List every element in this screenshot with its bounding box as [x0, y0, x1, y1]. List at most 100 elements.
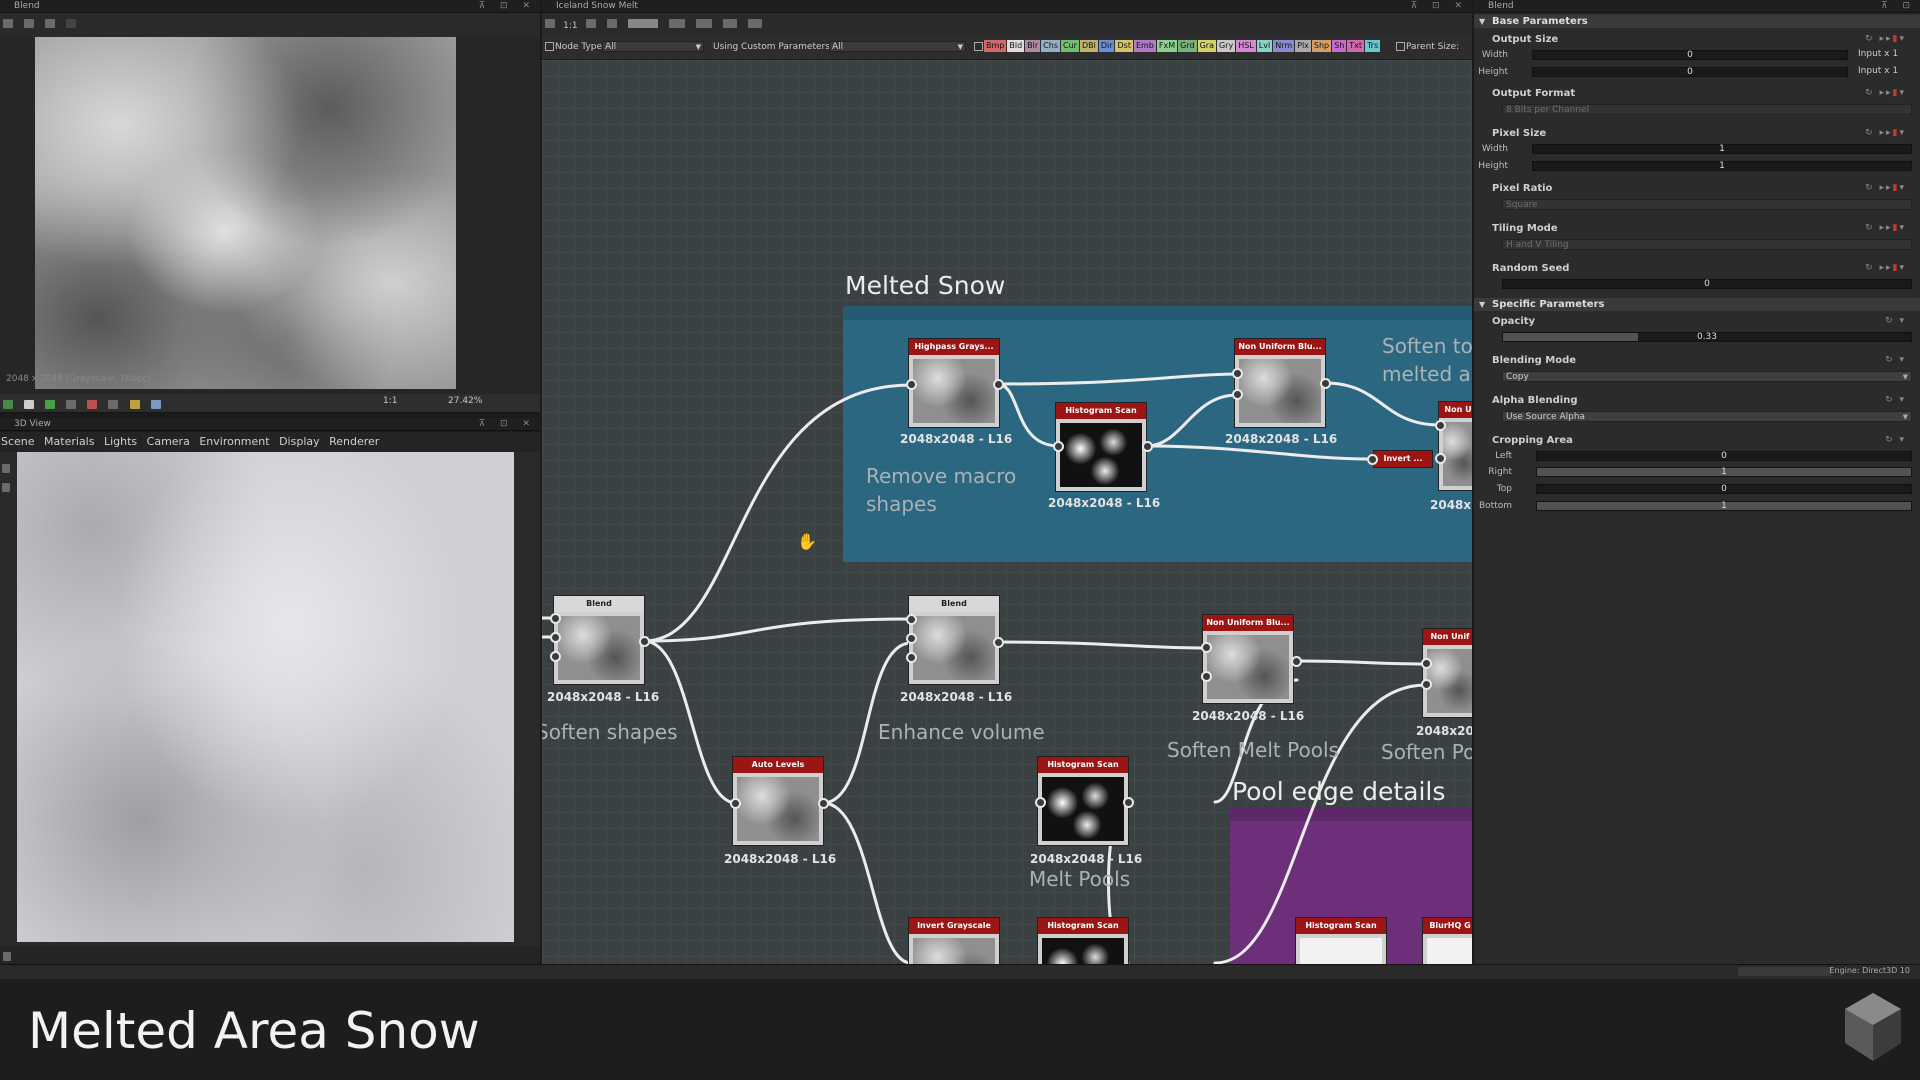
panel-3d-controls[interactable]: ⊼ ⊡ ✕ [479, 418, 536, 431]
random-seed-slider[interactable]: 0 [1502, 279, 1912, 289]
crop-right-slider[interactable]: 1 [1536, 467, 1912, 477]
props-controls[interactable]: ⊼ ⊡ [1881, 0, 1916, 13]
filter-chip[interactable]: Cur [1060, 40, 1079, 52]
graph-link-icon[interactable] [668, 19, 685, 28]
node-input-port[interactable] [1421, 658, 1432, 669]
output-height-slider[interactable]: 0 [1532, 67, 1848, 77]
texture-preview[interactable] [35, 37, 456, 389]
filter-chip[interactable]: FxM [1156, 40, 1178, 52]
node-blurhq[interactable]: BlurHQ G [1422, 917, 1472, 964]
node-input-port[interactable] [906, 614, 917, 625]
menu-lights[interactable]: Lights [104, 435, 137, 448]
color-mode-icon[interactable] [3, 400, 13, 409]
node-input-port[interactable] [550, 651, 561, 662]
param-icons[interactable]: ↻ ▸▸▮▾ [1865, 263, 1906, 273]
node-input-port[interactable] [1053, 441, 1064, 452]
node-non-uniform-blur-1[interactable]: Non Uniform Blu... [1234, 338, 1326, 428]
graph-connector-icon[interactable] [696, 19, 713, 28]
node-input-port[interactable] [1201, 642, 1212, 653]
graph-sphere-icon[interactable] [723, 19, 738, 28]
green-channel-icon[interactable] [45, 400, 56, 409]
ratio-label[interactable]: 1:1 [383, 396, 397, 406]
panel-2d-controls[interactable]: ⊼ ⊡ ✕ [479, 0, 536, 13]
graph-canvas[interactable]: Melted Snow Pool edge details Remove mac… [542, 60, 1472, 964]
filter-chip[interactable]: Trs [1365, 40, 1381, 52]
tile-icon[interactable] [87, 400, 98, 409]
filter-chip[interactable]: Nrm [1273, 40, 1295, 52]
export-icon[interactable] [45, 19, 56, 28]
menu-environment[interactable]: Environment [199, 435, 269, 448]
node-type-checkbox[interactable] [545, 42, 554, 51]
alpha-icon[interactable] [150, 400, 161, 409]
menu-renderer[interactable]: Renderer [329, 435, 379, 448]
graph-ratio[interactable]: 1:1 [563, 21, 577, 31]
node-blend-1[interactable]: Blend [553, 595, 645, 685]
param-icons[interactable]: ↻ ▸▸▮▾ [1865, 128, 1906, 138]
base-params-header[interactable]: ▼ Base Parameters [1474, 15, 1920, 28]
filter-chip[interactable]: Emb [1133, 40, 1156, 52]
filter-chip[interactable]: Bmp [984, 40, 1007, 52]
crop-bottom-slider[interactable]: 1 [1536, 501, 1912, 511]
3d-snow-render[interactable] [17, 452, 514, 942]
node-input-port[interactable] [1367, 454, 1378, 465]
param-icons[interactable]: ↻ ▾ [1885, 395, 1906, 405]
node-output-port[interactable] [1320, 378, 1331, 389]
node-input-port[interactable] [906, 633, 917, 644]
filter-chip[interactable]: Shp [1311, 40, 1332, 52]
filter-chip[interactable]: Grd [1178, 40, 1197, 52]
node-type-select[interactable]: All ▼ [602, 41, 704, 52]
node-highpass[interactable]: Highpass Grays... [908, 338, 1000, 428]
copy-icon[interactable] [24, 19, 35, 28]
pixel-width-slider[interactable]: 1 [1532, 144, 1912, 154]
custom-params-select[interactable]: All ▼ [829, 41, 966, 52]
filter-chip[interactable]: HSL [1236, 40, 1256, 52]
node-output-port[interactable] [1142, 441, 1153, 452]
node-input-port[interactable] [906, 379, 917, 390]
node-invert-grayscale[interactable]: Invert Grayscale [908, 917, 1000, 964]
filter-chip[interactable]: Chs [1041, 40, 1060, 52]
graph-controls[interactable]: ⊼ ⊡ ✕ [1411, 0, 1468, 13]
node-output-port[interactable] [818, 798, 829, 809]
param-icons[interactable]: ↻ ▸▸▮▾ [1865, 223, 1906, 233]
node-output-port[interactable] [639, 636, 650, 647]
node-input-port[interactable] [730, 798, 741, 809]
node-input-port[interactable] [1435, 453, 1446, 464]
pixel-height-slider[interactable]: 1 [1532, 161, 1912, 171]
node-blend-2[interactable]: Blend [908, 595, 1000, 685]
menu-scene[interactable]: Scene [1, 435, 35, 448]
node-input-port[interactable] [550, 613, 561, 624]
pixel-ratio-select[interactable]: Square [1502, 199, 1912, 210]
blending-mode-select[interactable]: Copy ▼ [1502, 371, 1912, 382]
menu-camera[interactable]: Camera [147, 435, 190, 448]
output-format-select[interactable]: 8 Bits per Channel [1502, 104, 1912, 115]
tiling-mode-select[interactable]: H and V Tiling [1502, 239, 1912, 250]
param-icons[interactable]: ↻ ▾ [1885, 355, 1906, 365]
param-icons[interactable]: ↻ ▾ [1885, 435, 1906, 445]
node-output-port[interactable] [993, 637, 1004, 648]
node-input-port[interactable] [1232, 368, 1243, 379]
filter-chip[interactable]: Dst [1115, 40, 1133, 52]
filter-chip[interactable]: Bld [1007, 40, 1025, 52]
specific-params-header[interactable]: ▼ Specific Parameters [1474, 298, 1920, 311]
filter-chip[interactable]: Dir [1098, 40, 1115, 52]
node-input-port[interactable] [1232, 389, 1243, 400]
node-auto-levels[interactable]: Auto Levels [732, 756, 824, 846]
param-icons[interactable]: ↻ ▸▸▮▾ [1865, 34, 1906, 44]
node-input-port[interactable] [1421, 679, 1432, 690]
filter-chip[interactable]: Sh [1332, 40, 1347, 52]
filter-chip[interactable]: Lvl [1256, 40, 1273, 52]
node-output-port[interactable] [1123, 797, 1134, 808]
graph-fit-icon[interactable] [585, 19, 596, 28]
param-icons[interactable]: ↻ ▾ [1885, 316, 1906, 326]
info-icon[interactable] [108, 400, 119, 409]
filter-chip[interactable]: DBl [1079, 40, 1098, 52]
camera-tool-icon[interactable] [2, 464, 10, 473]
param-icons[interactable]: ↻ ▸▸▮▾ [1865, 88, 1906, 98]
graph-settings-icon[interactable] [748, 19, 763, 28]
node-histogram-scan-1[interactable]: Histogram Scan [1055, 402, 1147, 492]
display-icon[interactable] [24, 400, 35, 409]
filter-chip[interactable]: Blr [1025, 40, 1041, 52]
save-icon[interactable] [3, 19, 13, 28]
graph-info-icon[interactable] [606, 19, 617, 28]
grid-icon[interactable] [66, 400, 77, 409]
